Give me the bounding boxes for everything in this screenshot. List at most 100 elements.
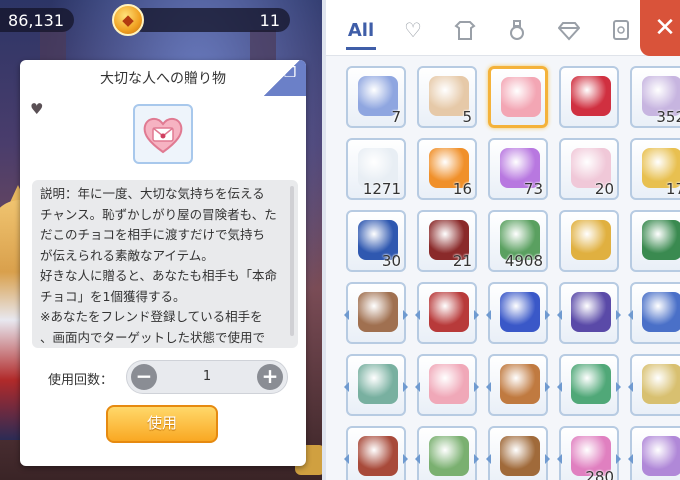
slot-arrow-right-icon (545, 310, 550, 320)
inventory-slot[interactable]: 1271 (346, 138, 406, 200)
close-button[interactable]: ✕ (640, 0, 680, 56)
slot-arrow-left-icon (486, 382, 491, 392)
increase-button[interactable]: + (257, 364, 283, 390)
description-scrollbar[interactable] (290, 186, 294, 336)
inventory-slot[interactable]: 352 (630, 66, 680, 128)
tab-all[interactable]: All (338, 10, 384, 50)
card-box-icon (571, 364, 611, 404)
item-quantity: 17 (665, 180, 680, 198)
inventory-slot[interactable] (415, 426, 479, 480)
inventory-slot[interactable] (628, 426, 680, 480)
slot-arrow-right-icon (474, 310, 479, 320)
inventory-slot[interactable] (486, 426, 550, 480)
inventory-slot[interactable] (415, 354, 479, 416)
slot-arrow-left-icon (486, 310, 491, 320)
inventory-slot[interactable] (488, 66, 548, 128)
inventory-slot[interactable] (344, 282, 408, 344)
jewel-icon: ◆ (112, 4, 144, 36)
gold-amount: 86,131 (8, 10, 64, 30)
item-quantity: 16 (452, 180, 472, 198)
slot-arrow-left-icon (628, 310, 633, 320)
tab-cards[interactable] (598, 10, 644, 50)
item-quantity: 7 (391, 108, 401, 126)
slot-arrow-left-icon (557, 454, 562, 464)
potion-icon (510, 20, 524, 40)
gold-counter: 86,131 (0, 8, 74, 32)
inventory-slot[interactable] (628, 282, 680, 344)
slot-arrow-right-icon (616, 454, 621, 464)
small-heart-icon: ♥ (30, 100, 44, 118)
use-button[interactable]: 使用 (106, 405, 218, 443)
inventory-slot[interactable]: 5 (417, 66, 477, 128)
slot-arrow-left-icon (415, 310, 420, 320)
armor-icon (454, 21, 476, 40)
slot-arrow-right-icon (545, 382, 550, 392)
item-quantity: 20 (594, 180, 614, 198)
item-quantity: 21 (452, 252, 472, 270)
slot-arrow-right-icon (403, 382, 408, 392)
inventory-slot[interactable] (344, 354, 408, 416)
slot-arrow-left-icon (486, 454, 491, 464)
category-tabs: All ♡ ✕ (326, 0, 680, 56)
tab-all-label: All (347, 19, 375, 41)
blue-chest-icon (642, 292, 680, 332)
item-title: 大切な人への贈り物 (100, 71, 226, 87)
inventory-slot[interactable] (559, 66, 619, 128)
red-book-icon (358, 436, 398, 476)
jewel-counter[interactable]: 11 (130, 8, 290, 32)
inventory-slot[interactable] (557, 282, 621, 344)
inventory-slot[interactable] (559, 210, 619, 272)
jewel-amount: 11 (259, 10, 280, 30)
item-quantity: 352 (656, 108, 680, 126)
inventory-slot[interactable]: 16 (417, 138, 477, 200)
inventory-slot[interactable]: 7 (346, 66, 406, 128)
card-icon (613, 20, 629, 40)
inventory-slot[interactable] (628, 354, 680, 416)
item-description-box[interactable]: 説明：年に一度、大切な気持ちを伝える チャンス。恥ずかしがり屋の冒険者も、た だ… (32, 180, 298, 348)
slot-arrow-left-icon (344, 454, 349, 464)
item-quantity: 1271 (362, 180, 401, 198)
rose-icon (571, 76, 611, 116)
inventory-slot[interactable] (486, 354, 550, 416)
item-quantity: 4908 (504, 252, 543, 270)
inventory-slot[interactable] (557, 354, 621, 416)
inventory-slot[interactable]: 30 (346, 210, 406, 272)
inventory-slot[interactable] (344, 426, 408, 480)
inventory-slot[interactable]: 21 (417, 210, 477, 272)
item-quantity: 30 (381, 252, 401, 270)
tab-equipment[interactable] (442, 10, 488, 50)
slot-arrow-left-icon (628, 454, 633, 464)
heart-letter-icon (143, 118, 183, 154)
inventory-slot[interactable]: 20 (559, 138, 619, 200)
currency-bar: 86,131 11 ◆ (0, 0, 320, 42)
pink-box-icon (429, 364, 469, 404)
inventory-slot[interactable]: 73 (488, 138, 548, 200)
heart-icon: ♡ (404, 18, 422, 42)
inventory-slot[interactable] (415, 282, 479, 344)
diamond-icon (558, 22, 580, 41)
tab-gems[interactable] (546, 10, 592, 50)
quantity-stepper: − 1 + (126, 360, 288, 394)
inventory-slot[interactable] (486, 282, 550, 344)
item-quantity: 5 (462, 108, 472, 126)
inventory-slot[interactable]: 280 (557, 426, 621, 480)
slot-arrow-right-icon (616, 310, 621, 320)
slot-arrow-right-icon (616, 382, 621, 392)
inventory-slot[interactable]: 17 (630, 138, 680, 200)
use-count-label: 使用回数： (48, 373, 114, 388)
slot-arrow-left-icon (415, 382, 420, 392)
inventory-slot[interactable] (630, 210, 680, 272)
item-detail-panel: ❒ 大切な人への贈り物 ♥ 説明：年に一度、大切な気持ちを伝える チャンス。恥ず… (20, 60, 306, 466)
item-description: 説明：年に一度、大切な気持ちを伝える チャンス。恥ずかしがり屋の冒険者も、た だ… (40, 186, 278, 345)
item-quantity: 280 (585, 468, 614, 480)
inventory-slot[interactable]: 4908 (488, 210, 548, 272)
green-crate-icon (429, 436, 469, 476)
tab-consumables[interactable] (494, 10, 540, 50)
item-icon-frame (133, 104, 193, 164)
gold-box-icon (642, 364, 680, 404)
tab-favorites[interactable]: ♡ (390, 10, 436, 50)
blue-box-icon (500, 292, 540, 332)
colorful-box-icon (358, 364, 398, 404)
gold-crest-icon (571, 220, 611, 260)
slot-arrow-left-icon (557, 382, 562, 392)
